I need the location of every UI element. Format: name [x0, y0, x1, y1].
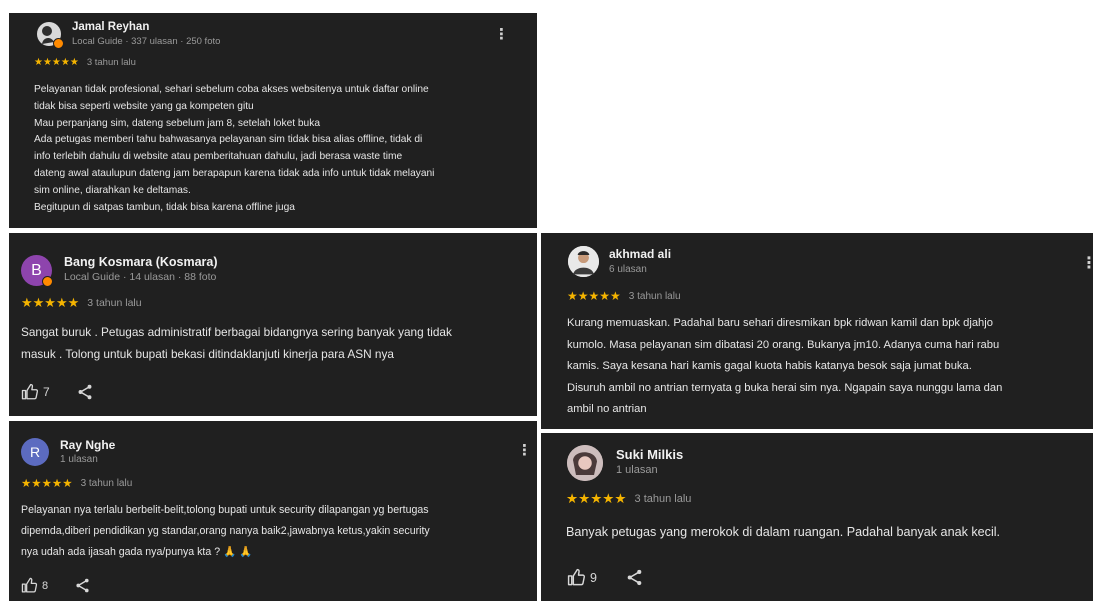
review-line: info terlebih dahulu di website atau pem… [34, 151, 403, 163]
review-time: 3 tahun lalu [86, 57, 136, 68]
thumbs-up-icon[interactable] [21, 577, 38, 594]
star-rating: ★★★★★ [21, 295, 80, 310]
review-line: Kurang memuaskan. Padahal baru sehari di… [567, 317, 993, 329]
rating: ★★★★★ 3 tahun lalu [21, 476, 133, 491]
review-line: tidak bisa seperti website yang ga kompe… [34, 100, 254, 112]
review-line: dipemda,diberi pendidikan yg standar,ora… [21, 525, 430, 537]
share-icon[interactable] [76, 383, 94, 401]
avatar[interactable] [568, 246, 599, 277]
avatar[interactable] [567, 445, 603, 481]
review-actions: 7 [21, 383, 94, 401]
review-line: kumolo. Masa pelayanan sim dibatasi 20 o… [567, 338, 1000, 351]
thumbs-up-icon[interactable] [567, 568, 586, 587]
review-line: dateng awal ataulupun dateng jam berapap… [34, 167, 435, 179]
local-guide-badge-icon [42, 276, 53, 287]
review-card-ray: R Ray Nghe 1 ulasan ⋮ ★★★★★ 3 tahun lalu… [9, 421, 537, 601]
rating: ★★★★★ 3 tahun lalu [567, 289, 681, 303]
review-line: Disuruh ambil no antrian ternyata g buka… [567, 381, 1003, 394]
reviewer-meta: Local Guide · 14 ulasan · 88 foto [64, 271, 217, 283]
thumbs-up-icon[interactable] [21, 383, 39, 401]
review-line: kamis. Saya kesana hari kamis gagal kuot… [567, 360, 972, 373]
user-photo-icon [568, 246, 599, 277]
avatar-letter: R [29, 444, 41, 460]
like-count: 8 [42, 579, 49, 592]
review-line: Banyak petugas yang merokok di dalam rua… [566, 525, 1001, 539]
reviewer-meta: 1 ulasan [60, 454, 98, 465]
reviewer-meta: 1 ulasan [616, 464, 658, 476]
review-line: Begitupun di satpas tambun, tidak bisa k… [34, 201, 295, 213]
review-line: ambil no antrian [567, 403, 647, 416]
reviewer-name[interactable]: Ray Nghe [60, 438, 115, 452]
review-text: Banyak petugas yang merokok di dalam rua… [566, 522, 1091, 542]
review-time: 3 tahun lalu [634, 493, 692, 505]
reviewer-name[interactable]: Suki Milkis [616, 447, 683, 462]
review-line: nya udah ada ijasah gada nya/punya kta ?… [21, 546, 253, 558]
reviewer-name[interactable]: Jamal Reyhan [72, 21, 149, 33]
review-line: masuk . Tolong untuk bupati bekasi ditin… [21, 347, 394, 361]
review-time: 3 tahun lalu [80, 477, 133, 489]
more-vert-icon[interactable]: ⋮ [494, 25, 509, 43]
review-time: 3 tahun lalu [87, 297, 142, 309]
share-icon[interactable] [625, 568, 644, 587]
review-line: Pelayanan nya terlalu berbelit-belit,tol… [21, 504, 429, 516]
star-rating: ★★★★★ [566, 491, 627, 506]
rating: ★★★★★ 3 tahun lalu [21, 295, 142, 311]
review-card-jamal: Jamal Reyhan Local Guide · 337 ulasan · … [9, 13, 537, 228]
star-rating: ★★★★★ [34, 57, 79, 68]
star-rating: ★★★★★ [567, 289, 621, 303]
rating: ★★★★★ 3 tahun lalu [34, 57, 136, 68]
avatar-letter: B [31, 261, 42, 279]
review-text: Pelayanan nya terlalu berbelit-belit,tol… [21, 500, 533, 563]
like-count: 9 [590, 570, 597, 585]
reviewer-name[interactable]: akhmad ali [609, 247, 671, 261]
review-card-suki: Suki Milkis 1 ulasan ★★★★★ 3 tahun lalu … [541, 433, 1093, 601]
local-guide-badge-icon [53, 38, 64, 49]
review-text: Sangat buruk . Petugas administratif ber… [21, 321, 531, 365]
review-card-akhmad: akhmad ali 6 ulasan ⋮ ★★★★★ 3 tahun lalu… [541, 233, 1093, 429]
avatar[interactable]: R [21, 438, 49, 466]
review-line: Sangat buruk . Petugas administratif ber… [21, 325, 452, 339]
reviewer-meta: 6 ulasan [609, 264, 647, 275]
star-rating: ★★★★★ [21, 478, 73, 490]
rating: ★★★★★ 3 tahun lalu [566, 491, 691, 507]
review-actions: 9 [567, 568, 644, 587]
review-text: Pelayanan tidak profesional, sehari sebe… [34, 82, 529, 216]
review-actions: 8 [21, 577, 91, 594]
reviewer-name[interactable]: Bang Kosmara (Kosmara) [64, 255, 218, 269]
review-line: Pelayanan tidak profesional, sehari sebe… [34, 84, 429, 95]
user-photo-icon [567, 445, 603, 481]
review-time: 3 tahun lalu [628, 290, 681, 302]
review-line: Mau perpanjang sim, dateng sebelum jam 8… [34, 117, 320, 129]
review-text: Kurang memuaskan. Padahal baru sehari di… [567, 313, 1091, 421]
more-vert-icon[interactable]: ⋮ [1081, 253, 1093, 273]
review-line: Ada petugas memberi tahu bahwasanya pela… [34, 134, 423, 146]
more-vert-icon[interactable]: ⋮ [517, 441, 532, 459]
review-card-kosmara: B Bang Kosmara (Kosmara) Local Guide · 1… [9, 233, 537, 416]
like-count: 7 [43, 385, 50, 399]
share-icon[interactable] [74, 577, 91, 594]
review-line: sim online, diarahkan ke deltamas. [34, 184, 191, 196]
reviewer-meta: Local Guide · 337 ulasan · 250 foto [72, 36, 221, 47]
